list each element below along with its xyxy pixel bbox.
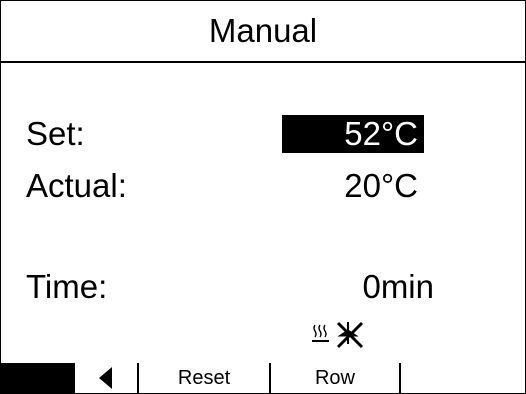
set-temperature-value[interactable]: 52°C: [282, 115, 424, 153]
actual-temperature-value: 20°C: [344, 167, 418, 204]
heating-icon: [312, 324, 329, 342]
reset-softkey[interactable]: Reset: [139, 363, 269, 393]
arrow-left-icon: [99, 367, 112, 389]
softkey-bar: Reset Row: [1, 363, 525, 393]
back-softkey[interactable]: [75, 363, 137, 393]
actual-label: Actual:: [26, 167, 127, 204]
controller-display: Manual Set: 52°C Actual: 20°C Time: 0min: [0, 0, 526, 394]
title-bar: Manual: [1, 1, 525, 63]
set-label: Set:: [26, 115, 85, 152]
stirring-off-icon: [336, 321, 364, 349]
status-icons: [312, 320, 372, 350]
time-label: Time:: [26, 268, 108, 305]
page-title: Manual: [208, 12, 318, 49]
blank-softkey[interactable]: [401, 363, 525, 393]
row-softkey[interactable]: Row: [271, 363, 399, 393]
time-value[interactable]: 0min: [362, 268, 434, 306]
